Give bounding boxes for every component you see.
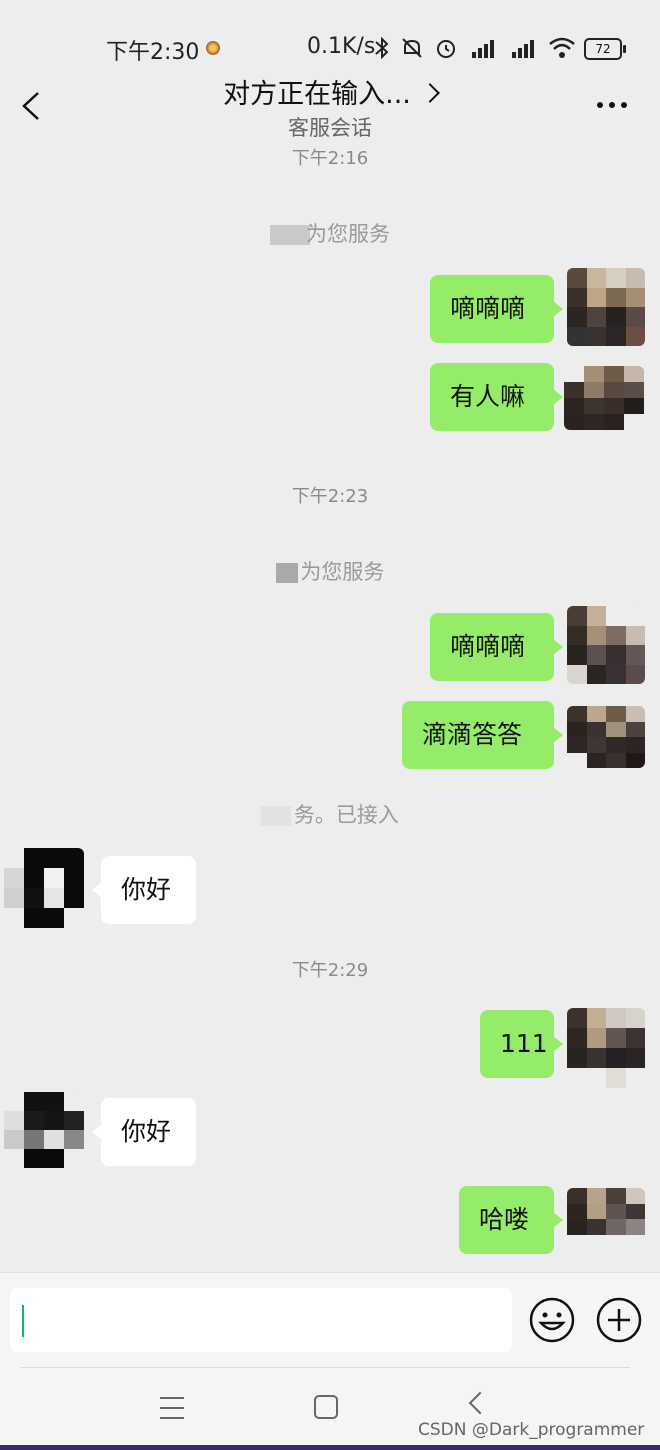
bluetooth-icon [375,36,389,60]
divider [20,1367,630,1368]
redacted-block [270,225,310,245]
redacted-block [275,563,298,583]
signal-icon [472,40,494,58]
message-bubble-sent[interactable]: 哈喽 [459,1186,563,1254]
mute-icon [402,38,422,58]
watermark: CSDN @Dark_programmer [418,1420,645,1440]
text-caret [22,1305,24,1337]
avatar[interactable] [567,1008,645,1088]
menu-icon[interactable] [160,1397,184,1427]
message-bubble-sent[interactable]: 111 [480,1010,563,1078]
message-bubble-sent[interactable]: 嘀嘀嘀 [430,275,563,343]
redacted-block [261,806,292,826]
signal-icon [512,40,534,58]
home-icon[interactable] [314,1395,338,1419]
avatar[interactable] [4,1092,84,1168]
alarm-icon [437,40,455,58]
chevron-right-icon [419,83,440,103]
wifi-icon [549,37,575,58]
back-nav-icon[interactable] [468,1391,492,1415]
input-bar [0,1272,660,1368]
timestamp: 下午2:16 [291,148,369,169]
message-input[interactable] [10,1288,512,1352]
message-bubble-sent[interactable]: 嘀嘀嘀 [430,613,563,681]
app-notification-icon [206,41,220,55]
avatar[interactable] [564,366,644,430]
title-row[interactable]: 对方正在输入... [0,72,660,111]
timestamp: 下午2:29 [291,960,369,981]
message-bubble-sent[interactable]: 滴滴答答 [402,701,563,769]
chat-title: 对方正在输入... [223,79,411,110]
battery-icon: 72 [584,38,626,60]
system-message: 为您服务 [0,218,660,248]
system-message: 为您服务 [0,556,660,586]
avatar[interactable] [567,706,645,768]
message-bubble-received[interactable]: 你好 [92,856,196,924]
chat-header: 对方正在输入... 客服会话 [0,60,660,145]
message-bubble-sent[interactable]: 有人嘛 [430,363,563,431]
system-message: 务。已接入 [0,799,660,829]
emoji-icon[interactable] [529,1297,575,1343]
bottom-strip [0,1445,660,1450]
avatar[interactable] [4,848,84,928]
avatar[interactable] [567,606,645,684]
chat-subtitle: 客服会话 [288,116,372,140]
network-speed: 0.1K/s [307,34,376,59]
timestamp: 下午2:23 [291,486,369,507]
avatar[interactable] [567,1188,645,1250]
message-bubble-received[interactable]: 你好 [92,1098,196,1166]
plus-icon[interactable] [596,1297,642,1343]
status-icons [374,36,576,60]
avatar[interactable] [567,268,645,346]
more-icon[interactable] [597,102,627,108]
